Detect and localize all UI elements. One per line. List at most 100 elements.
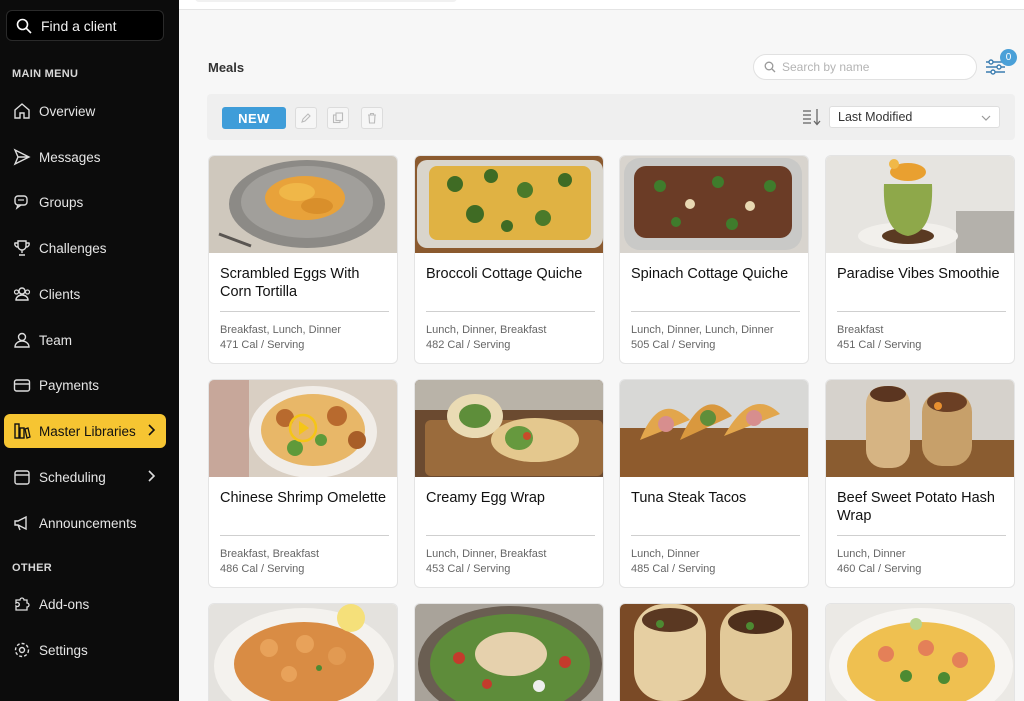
puzzle-icon — [13, 595, 31, 613]
meal-name: Broccoli Cottage Quiche — [426, 266, 583, 282]
meal-tags: Lunch, Dinner, Breakfast — [426, 548, 547, 560]
meal-name: Creamy Egg Wrap — [426, 490, 545, 506]
meal-card[interactable]: Beef Sweet Potato Hash Wrap Lunch, Dinne… — [825, 379, 1015, 588]
meal-image — [209, 380, 397, 477]
page-title: Meals — [208, 60, 245, 75]
meal-card[interactable]: Scrambled Eggs With Corn Tortilla Breakf… — [208, 155, 398, 364]
chevron-right-icon — [148, 470, 156, 482]
trophy-icon — [13, 239, 31, 257]
meal-name: Spinach Cottage Quiche — [631, 266, 789, 282]
meal-image — [620, 156, 808, 253]
meal-card[interactable] — [619, 603, 809, 701]
meal-card[interactable]: Creamy Egg Wrap Lunch, Dinner, Breakfast… — [414, 379, 604, 588]
library-icon — [13, 422, 31, 440]
meal-image — [209, 604, 397, 701]
meal-calories: 451 Cal / Serving — [837, 339, 922, 351]
home-icon — [13, 102, 31, 120]
search-icon — [764, 61, 776, 73]
sidebar-item-label: Overview — [39, 103, 96, 119]
meal-card[interactable]: Paradise Vibes Smoothie Breakfast 451 Ca… — [825, 155, 1015, 364]
meal-tags: Lunch, Dinner — [837, 548, 906, 560]
sidebar-item-label: Groups — [39, 194, 84, 210]
divider — [426, 535, 595, 536]
meal-image — [209, 156, 397, 253]
meal-card[interactable] — [825, 603, 1015, 701]
sidebar-item-settings[interactable]: Settings — [4, 633, 166, 667]
divider — [631, 535, 800, 536]
sort-icon[interactable] — [802, 107, 822, 127]
divider — [837, 311, 1006, 312]
search-input[interactable]: Search by name — [753, 54, 977, 80]
sidebar-item-label: Announcements — [39, 515, 137, 531]
sidebar-item-label: Team — [39, 332, 73, 348]
megaphone-icon — [13, 514, 31, 532]
toolbar: NEW Last Modified — [207, 94, 1015, 140]
users-icon — [13, 285, 31, 303]
meal-card[interactable]: Tuna Steak Tacos Lunch, Dinner 485 Cal /… — [619, 379, 809, 588]
divider — [631, 311, 800, 312]
sidebar-item-payments[interactable]: Payments — [4, 368, 166, 402]
edit-button[interactable] — [295, 107, 317, 129]
meal-name: Tuna Steak Tacos — [631, 490, 747, 506]
sidebar-item-master-libraries[interactable]: Master Libraries — [4, 414, 166, 448]
meal-tags: Breakfast, Breakfast — [220, 548, 320, 560]
sidebar-item-label: Settings — [39, 642, 88, 658]
filter-count-badge: 0 — [1000, 49, 1017, 66]
meal-card[interactable] — [414, 603, 604, 701]
meal-image — [415, 156, 603, 253]
meal-name: Beef Sweet Potato Hash Wrap — [837, 490, 995, 524]
send-icon — [13, 148, 31, 166]
meal-calories: 460 Cal / Serving — [837, 563, 922, 575]
meal-image — [415, 604, 603, 701]
other-label: OTHER — [12, 562, 52, 574]
sidebar-item-clients[interactable]: Clients — [4, 277, 166, 311]
meal-calories: 485 Cal / Serving — [631, 563, 716, 575]
meal-card[interactable] — [208, 603, 398, 701]
meal-calories: 486 Cal / Serving — [220, 563, 305, 575]
meal-tags: Lunch, Dinner — [631, 548, 700, 560]
meal-card[interactable]: Broccoli Cottage Quiche Lunch, Dinner, B… — [414, 155, 604, 364]
meal-tags: Breakfast — [837, 324, 884, 336]
meal-image — [826, 380, 1014, 477]
meal-tags: Lunch, Dinner, Lunch, Dinner — [631, 324, 774, 336]
sidebar-item-label: Challenges — [39, 240, 107, 256]
meal-image — [826, 156, 1014, 253]
divider — [837, 535, 1006, 536]
meal-card[interactable]: Chinese Shrimp Omelette Breakfast, Break… — [208, 379, 398, 588]
sort-dropdown[interactable]: Last Modified — [829, 106, 1000, 128]
sidebar-item-messages[interactable]: Messages — [4, 140, 166, 174]
duplicate-button[interactable] — [327, 107, 349, 129]
new-button[interactable]: NEW — [222, 107, 286, 129]
meal-name: Chinese Shrimp Omelette — [220, 490, 387, 506]
sidebar-item-label: Scheduling — [39, 469, 106, 485]
meal-card[interactable]: Spinach Cottage Quiche Lunch, Dinner, Lu… — [619, 155, 809, 364]
chevron-down-icon — [981, 115, 991, 121]
sort-dropdown-value: Last Modified — [838, 110, 913, 124]
sidebar-item-label: Clients — [39, 286, 81, 302]
gear-icon — [13, 641, 31, 659]
card-icon — [13, 376, 31, 394]
copy-icon — [332, 112, 344, 124]
sidebar-item-challenges[interactable]: Challenges — [4, 231, 166, 265]
sidebar-item-groups[interactable]: Groups — [4, 185, 166, 219]
sidebar-item-add-ons[interactable]: Add-ons — [4, 587, 166, 621]
find-client-search[interactable]: Find a client — [6, 10, 164, 41]
sidebar-item-label: Master Libraries — [39, 423, 136, 439]
sidebar-item-scheduling[interactable]: Scheduling — [4, 460, 166, 494]
search-placeholder: Search by name — [782, 60, 870, 74]
sidebar-item-overview[interactable]: Overview — [4, 94, 166, 128]
sidebar-item-team[interactable]: Team — [4, 323, 166, 357]
meal-image — [620, 380, 808, 477]
sidebar-item-label: Payments — [39, 377, 100, 393]
meal-image — [415, 380, 603, 477]
trash-icon — [368, 112, 376, 124]
meal-calories: 471 Cal / Serving — [220, 339, 305, 351]
sidebar: Find a client MAIN MENU Overview Message… — [0, 0, 179, 701]
top-bar — [179, 0, 1024, 10]
meal-image — [620, 604, 808, 701]
divider — [220, 311, 389, 312]
delete-button[interactable] — [361, 107, 383, 129]
sidebar-item-announcements[interactable]: Announcements — [4, 506, 166, 540]
meal-tags: Lunch, Dinner, Breakfast — [426, 324, 547, 336]
main-content: Meals Search by name 0 NEW Last Modified… — [179, 0, 1024, 701]
